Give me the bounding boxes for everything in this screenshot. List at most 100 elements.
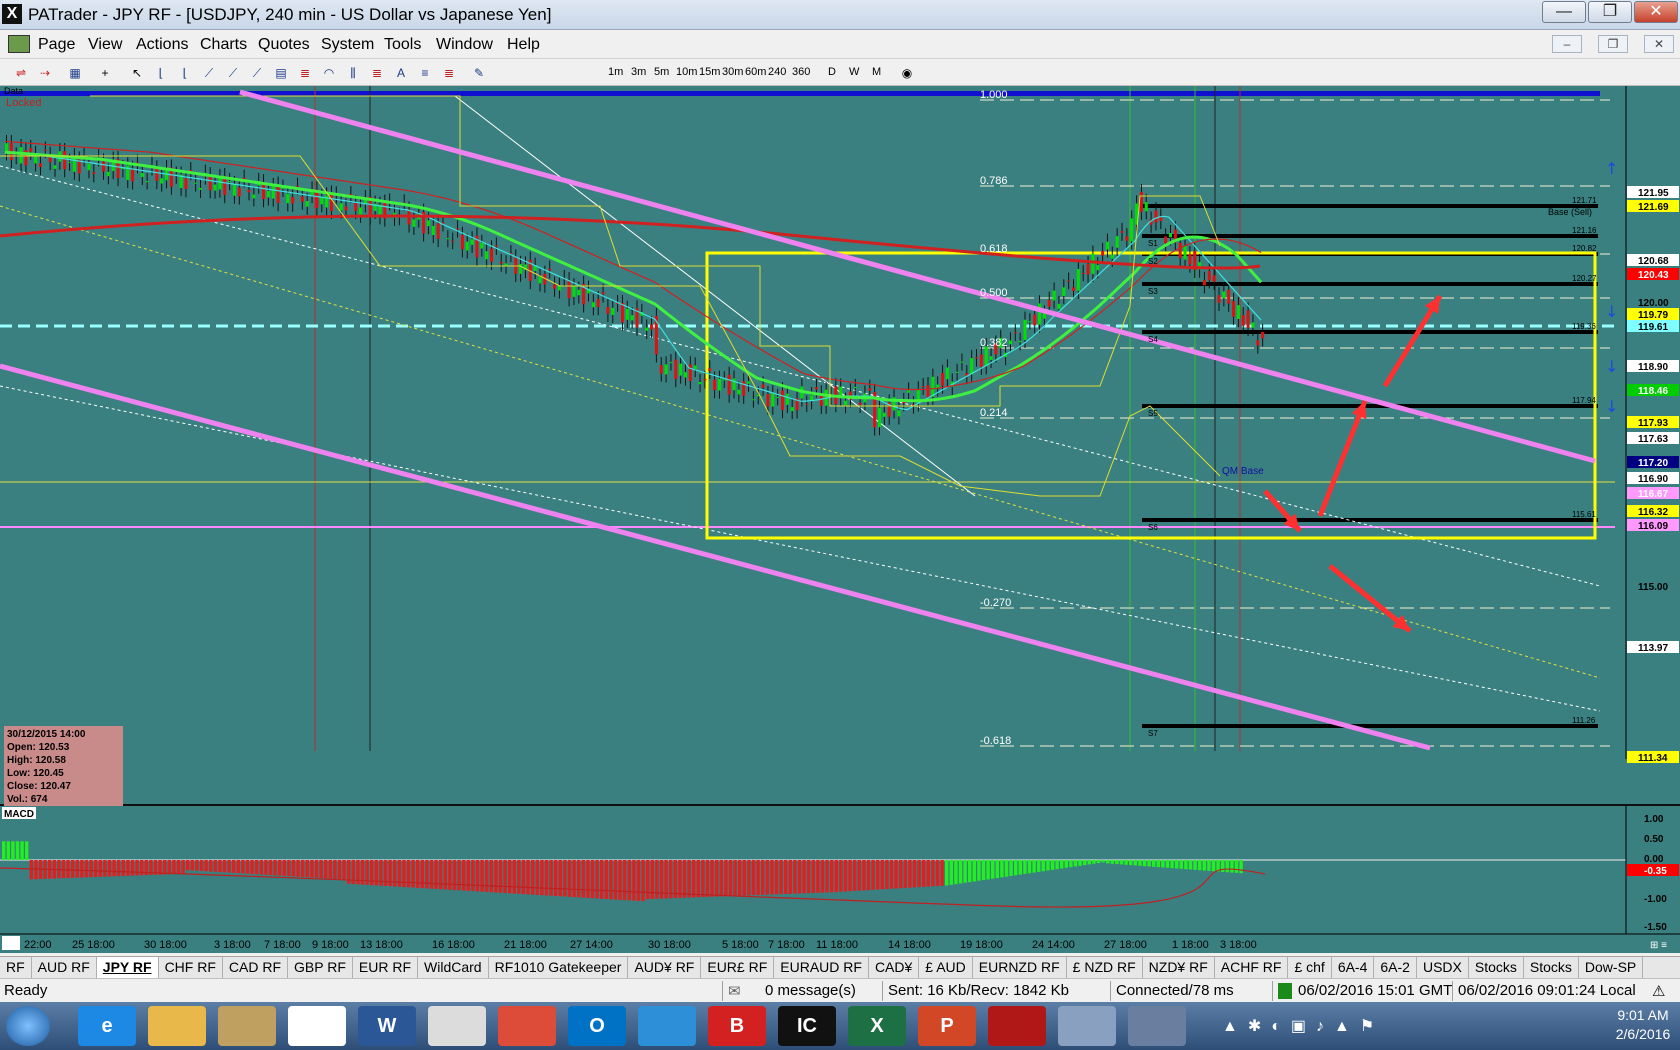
tab--nzd-rf[interactable]: £ NZD RF [1067,957,1143,978]
menu-tools[interactable]: Tools [384,36,421,54]
timeframe-1m[interactable]: 1m [608,66,623,78]
tab-achf-rf[interactable]: ACHF RF [1215,957,1289,978]
timeframe-10m[interactable]: 10m [676,66,697,78]
timeframe-30m[interactable]: 30m [722,66,743,78]
mdi-close-button[interactable]: ✕ [1644,35,1674,53]
cursor-red-icon[interactable]: ⇢ [36,64,54,82]
tab-cad-rf[interactable]: CAD RF [223,957,289,978]
tab-rf[interactable]: RF [0,957,32,978]
tab-eur-rf[interactable]: EUR£ RF [701,957,775,978]
close-button[interactable]: ✕ [1634,1,1678,23]
menu-page[interactable]: Page [38,36,75,54]
tab--chf[interactable]: £ chf [1288,957,1332,978]
chart-area[interactable]: INDEXDataLocked1.0000.7860.6180.5000.382… [0,86,1680,953]
dropbox-icon[interactable] [638,1006,696,1046]
patrader-icon[interactable] [428,1006,486,1046]
outlook-icon[interactable]: O [568,1006,626,1046]
fan-icon[interactable]: ⟋ [248,64,266,82]
b-app-icon[interactable]: B [708,1006,766,1046]
rectangle-icon[interactable]: ▤ [272,64,290,82]
tab-gbp-rf[interactable]: GBP RF [288,957,353,978]
people-icon[interactable] [1128,1006,1186,1046]
timeframe-240[interactable]: 240 [768,66,786,78]
chrome-icon[interactable] [498,1006,556,1046]
fibonacci-icon[interactable]: ≣ [296,64,314,82]
tab-stocks[interactable]: Stocks [1524,957,1579,978]
calculator-icon[interactable] [218,1006,276,1046]
period-daily[interactable]: D [828,66,836,78]
red-bird-icon[interactable] [988,1006,1046,1046]
tab-6a-2[interactable]: 6A-2 [1374,957,1417,978]
macd-bar [301,860,305,877]
trend-line-icon[interactable]: ⟋ [200,64,218,82]
mdi-minimize-button[interactable]: – [1552,35,1582,53]
system-tray[interactable]: ▲✱◐▣♪▲⚑ [1222,1016,1384,1036]
text-tool-icon[interactable]: A [392,64,410,82]
tab-stocks[interactable]: Stocks [1469,957,1524,978]
powerpoint-icon[interactable]: P [918,1006,976,1046]
network-icon[interactable] [1058,1006,1116,1046]
pointer-icon[interactable]: ↖ [128,64,146,82]
pitchfork-icon[interactable]: ≡ [416,64,434,82]
alert-icon[interactable]: ⚠ [1652,982,1665,1000]
menu-actions[interactable]: Actions [136,36,188,54]
tab-nzd-rf[interactable]: NZD¥ RF [1143,957,1215,978]
pivot-icon[interactable]: ≣ [440,64,458,82]
crosshair-icon[interactable]: + [96,64,114,82]
period-monthly[interactable]: M [872,66,881,78]
crosshair-red-icon[interactable]: ⇌ [12,64,30,82]
tab-chf-rf[interactable]: CHF RF [159,957,223,978]
file-explorer-icon[interactable] [148,1006,206,1046]
menu-help[interactable]: Help [507,36,540,54]
tab-rf1010-gatekeeper[interactable]: RF1010 Gatekeeper [489,957,629,978]
fib-fan-icon[interactable]: ◠ [320,64,338,82]
menu-quotes[interactable]: Quotes [258,36,310,54]
timeframe-360[interactable]: 360 [792,66,810,78]
chart-canvas[interactable]: INDEXDataLocked1.0000.7860.6180.5000.382… [0,86,1680,953]
windows-start-icon[interactable] [6,1006,50,1046]
word-icon[interactable]: W [358,1006,416,1046]
tab-wildcard[interactable]: WildCard [418,957,489,978]
tab-usdx[interactable]: USDX [1417,957,1469,978]
ic-app-icon[interactable]: IC [778,1006,836,1046]
chart-window-icon[interactable] [8,35,30,53]
pencil-icon[interactable]: ✎ [470,64,488,82]
fib-extension-icon[interactable]: ≣ [368,64,386,82]
gann-icon[interactable]: ⫼ [344,64,362,82]
mail-icon[interactable]: ✉ [728,982,741,1000]
vertical-line-icon[interactable]: ⌊ [176,64,194,82]
timeframe-15m[interactable]: 15m [699,66,720,78]
internet-explorer-icon[interactable]: e [78,1006,136,1046]
menu-window[interactable]: Window [436,36,493,54]
candle-body [1067,280,1071,282]
macd-bar [1225,860,1229,873]
timeframe-3m[interactable]: 3m [631,66,646,78]
blank-window-icon[interactable] [288,1006,346,1046]
tab-eur-rf[interactable]: EUR RF [353,957,419,978]
menu-charts[interactable]: Charts [200,36,247,54]
price-scale[interactable]: 121.95 121.69 120.68 120.43 120.00119.79119.… [1625,86,1680,764]
tab-euraud-rf[interactable]: EURAUD RF [774,957,869,978]
menu-view[interactable]: View [88,36,122,54]
minimize-button[interactable]: — [1542,1,1586,23]
period-weekly[interactable]: W [849,66,859,78]
tab-eurnzd-rf[interactable]: EURNZD RF [973,957,1067,978]
clock[interactable]: 9:01 AM 2/6/2016 [1610,1006,1676,1044]
timeframe-5m[interactable]: 5m [654,66,669,78]
tab-aud-rf[interactable]: AUD¥ RF [628,957,702,978]
tab--aud[interactable]: £ AUD [919,957,973,978]
excel-icon[interactable]: X [848,1006,906,1046]
tab-aud-rf[interactable]: AUD RF [32,957,97,978]
clock-icon[interactable]: ◉ [898,64,916,82]
mdi-restore-button[interactable]: ❐ [1598,35,1628,53]
tab-6a-4[interactable]: 6A-4 [1332,957,1375,978]
chart-icon[interactable]: ▦ [66,64,84,82]
tab-dow-sp[interactable]: Dow-SP [1579,957,1644,978]
tab-cad-[interactable]: CAD¥ [869,957,920,978]
restore-button[interactable]: ❐ [1588,1,1632,23]
channel-icon[interactable]: ⟋ [224,64,242,82]
timeframe-60m[interactable]: 60m [745,66,766,78]
menu-system[interactable]: System [321,36,374,54]
tab-jpy-rf[interactable]: JPY RF [96,957,159,978]
horizontal-line-icon[interactable]: ⌊ [152,64,170,82]
